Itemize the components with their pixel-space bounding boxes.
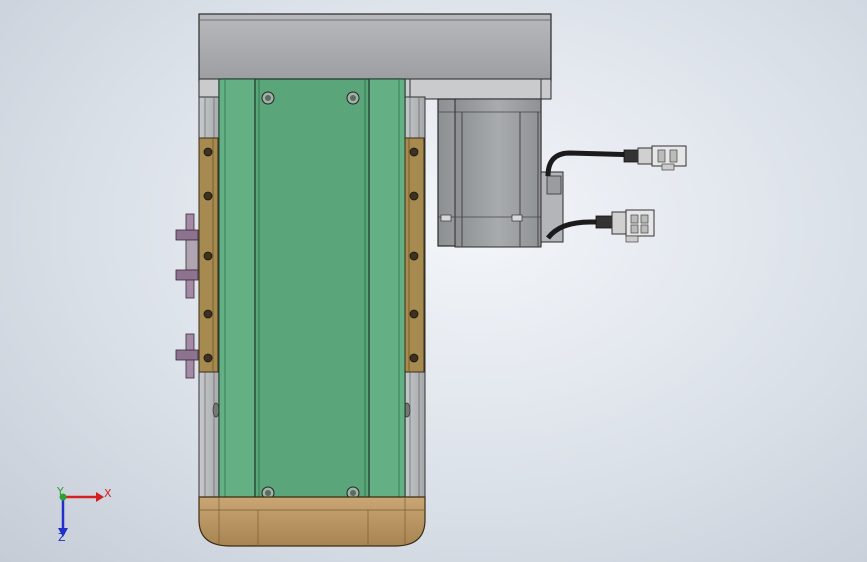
- servo-motor[interactable]: [437, 98, 564, 248]
- connector-bottom[interactable]: [611, 209, 655, 243]
- model-viewport[interactable]: X Y Z: [0, 0, 867, 562]
- right-bracket[interactable]: [404, 137, 425, 373]
- z-axis-label: Z: [58, 531, 66, 544]
- x-axis-arrowhead: [96, 492, 104, 502]
- coordinate-triad: X Y Z: [56, 485, 112, 544]
- side-bolts[interactable]: [175, 213, 199, 379]
- connector-top[interactable]: [637, 145, 687, 171]
- x-axis-label: X: [104, 487, 112, 500]
- y-axis-label: Y: [56, 485, 64, 498]
- green-carriage[interactable]: [218, 78, 406, 512]
- left-bracket[interactable]: [198, 137, 219, 373]
- bottom-end-cap[interactable]: [198, 496, 426, 547]
